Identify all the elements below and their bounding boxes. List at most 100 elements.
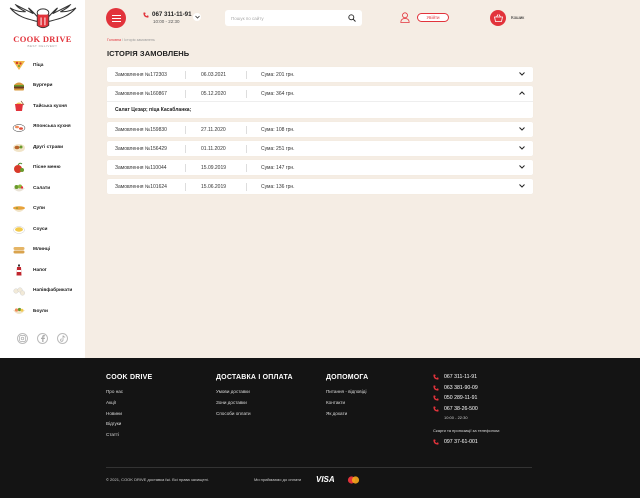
chevron-up-icon[interactable]	[519, 91, 525, 95]
divider	[246, 183, 247, 191]
order-details: Салат Цезар; піца Касабланка;	[107, 101, 533, 118]
phones-dropdown-button[interactable]	[193, 13, 201, 21]
category-item-lean-menu[interactable]: Пісне меню	[0, 158, 85, 179]
category-item-main-courses[interactable]: Другі страви	[0, 137, 85, 158]
footer-link-faq[interactable]: Питання - відповіді	[326, 387, 368, 398]
order-number: Замовлення №160867	[115, 90, 167, 97]
footer-phone[interactable]: 063 381-90-09	[433, 383, 500, 394]
bowl-icon	[11, 305, 26, 318]
chevron-down-icon[interactable]	[519, 184, 525, 188]
footer-link-payment-methods[interactable]: Способи оплати	[216, 409, 293, 420]
footer-link-news[interactable]: Новини	[106, 409, 152, 420]
order-item: Замовлення №110044 15.09.2019 Сума: 147 …	[107, 160, 533, 175]
copyright: © 2021, COOK DRIVE доставка їжі. Всі пра…	[106, 477, 209, 482]
logo[interactable]: COOK DRIVE BEST DELIVERY	[0, 4, 85, 48]
category-item-burgers[interactable]: Бургери	[0, 76, 85, 97]
footer-phone[interactable]: 067 38-26-500	[433, 404, 500, 415]
order-header[interactable]: Замовлення №101624 15.06.2019 Сума: 136 …	[107, 179, 533, 194]
chef-wings-logo-icon	[9, 4, 76, 29]
phone-icon	[433, 374, 439, 380]
category-item-pizza[interactable]: Піца	[0, 55, 85, 76]
facebook-icon[interactable]	[37, 333, 48, 344]
sauce-icon	[11, 223, 26, 236]
footer-link-articles[interactable]: Статті	[106, 430, 152, 441]
breadcrumb-home-link[interactable]: Головна	[107, 38, 121, 42]
social-links	[17, 333, 68, 344]
category-item-drinks[interactable]: Напої	[0, 260, 85, 281]
footer-link-delivery-terms[interactable]: Умови доставки	[216, 387, 293, 398]
category-item-salads[interactable]: Салати	[0, 178, 85, 199]
order-number: Замовлення №156429	[115, 145, 167, 152]
divider	[185, 183, 186, 191]
footer-heading: ДОПОМОГА	[326, 374, 369, 381]
chevron-down-icon[interactable]	[519, 72, 525, 76]
order-date: 27.11.2020	[201, 126, 226, 133]
category-item-pancakes[interactable]: Млинці	[0, 240, 85, 261]
user-icon[interactable]	[400, 12, 410, 23]
category-item-soups[interactable]: Супи	[0, 199, 85, 220]
order-item: Замовлення №172303 06.03.2021 Сума: 201 …	[107, 67, 533, 82]
footer-column-company: COOK DRIVE Про нас Акції Новини Відгуки …	[106, 374, 152, 441]
instagram-icon[interactable]	[17, 333, 28, 344]
cart-button[interactable]	[490, 10, 506, 26]
footer-link-delivery-zones[interactable]: Зони доставки	[216, 398, 293, 409]
hamburger-menu-button[interactable]	[106, 8, 126, 28]
category-item-bowls[interactable]: Боули	[0, 301, 85, 322]
order-date: 01.11.2020	[201, 145, 226, 152]
footer-column-delivery: ДОСТАВКА І ОПЛАТА Умови доставки Зони до…	[216, 374, 293, 419]
order-history-list: Замовлення №172303 06.03.2021 Сума: 201 …	[107, 67, 533, 198]
breadcrumb-current: Історія замовлень	[124, 38, 155, 42]
chevron-down-icon[interactable]	[519, 146, 525, 150]
chevron-down-icon[interactable]	[519, 127, 525, 131]
order-date: 05.12.2020	[201, 90, 227, 97]
order-item: Замовлення №159830 27.11.2020 Сума: 108 …	[107, 122, 533, 137]
page-title: ІСТОРІЯ ЗАМОВЛЕНЬ	[107, 49, 190, 58]
order-number: Замовлення №101624	[115, 183, 167, 190]
breadcrumb-separator: /	[122, 38, 124, 42]
burger-icon	[11, 79, 26, 92]
divider	[246, 90, 247, 98]
category-item-semi-finished[interactable]: Напівфабрикати	[0, 281, 85, 302]
footer-link-directions[interactable]: Як дохати	[326, 409, 368, 420]
search-input[interactable]	[231, 15, 348, 21]
login-button[interactable]: Увійти	[417, 13, 449, 22]
soup-icon	[11, 202, 26, 215]
chevron-down-icon	[194, 15, 200, 19]
order-header[interactable]: Замовлення №172303 06.03.2021 Сума: 201 …	[107, 67, 533, 82]
order-header[interactable]: Замовлення №159830 27.11.2020 Сума: 108 …	[107, 122, 533, 137]
footer-link-contacts[interactable]: Контакти	[326, 398, 368, 409]
tiktok-icon[interactable]	[57, 333, 68, 344]
footer-phone[interactable]: 050 289-11-91	[433, 393, 500, 404]
complaints-phone[interactable]: 097 37-61-001	[433, 437, 500, 448]
order-sum: Сума: 364 грн.	[261, 90, 295, 97]
category-item-japanese[interactable]: Японська кухня	[0, 117, 85, 138]
header-phone[interactable]: 067 311-11-91 10:00 - 22:30	[143, 11, 192, 24]
footer-link-promotions[interactable]: Акції	[106, 398, 152, 409]
divider	[185, 90, 186, 98]
order-item: Замовлення №160867 05.12.2020 Сума: 364 …	[107, 86, 533, 118]
order-header[interactable]: Замовлення №156429 01.11.2020 Сума: 251 …	[107, 141, 533, 156]
order-item: Замовлення №101624 15.06.2019 Сума: 136 …	[107, 179, 533, 194]
search-icon[interactable]	[348, 14, 356, 22]
order-header[interactable]: Замовлення №160867 05.12.2020 Сума: 364 …	[107, 86, 533, 101]
divider	[185, 145, 186, 153]
payment-label: Ми приймаємо до оплати	[254, 477, 302, 482]
footer-link-about[interactable]: Про нас	[106, 387, 152, 398]
menu-bar	[111, 14, 121, 16]
chevron-down-icon[interactable]	[519, 165, 525, 169]
category-item-thai[interactable]: Тайська кухня	[0, 96, 85, 117]
divider	[246, 126, 247, 134]
order-number: Замовлення №159830	[115, 126, 167, 133]
salad-icon	[11, 182, 26, 195]
footer-phone[interactable]: 067 311-11-91	[433, 372, 500, 383]
category-item-sauces[interactable]: Соуси	[0, 219, 85, 240]
category-menu: Піца Бургери Тайська кухня Японська кухн…	[0, 55, 85, 322]
sidebar: COOK DRIVE BEST DELIVERY Піца Бургери Та…	[0, 0, 85, 358]
footer-link-reviews[interactable]: Відгуки	[106, 419, 152, 430]
cart-basket-icon	[493, 14, 503, 22]
search-bar[interactable]	[225, 10, 362, 26]
order-header[interactable]: Замовлення №110044 15.09.2019 Сума: 147 …	[107, 160, 533, 175]
header-phone-number: 067 311-11-91	[152, 11, 192, 18]
order-number: Замовлення №110044	[115, 164, 167, 171]
phone-icon	[433, 385, 439, 391]
